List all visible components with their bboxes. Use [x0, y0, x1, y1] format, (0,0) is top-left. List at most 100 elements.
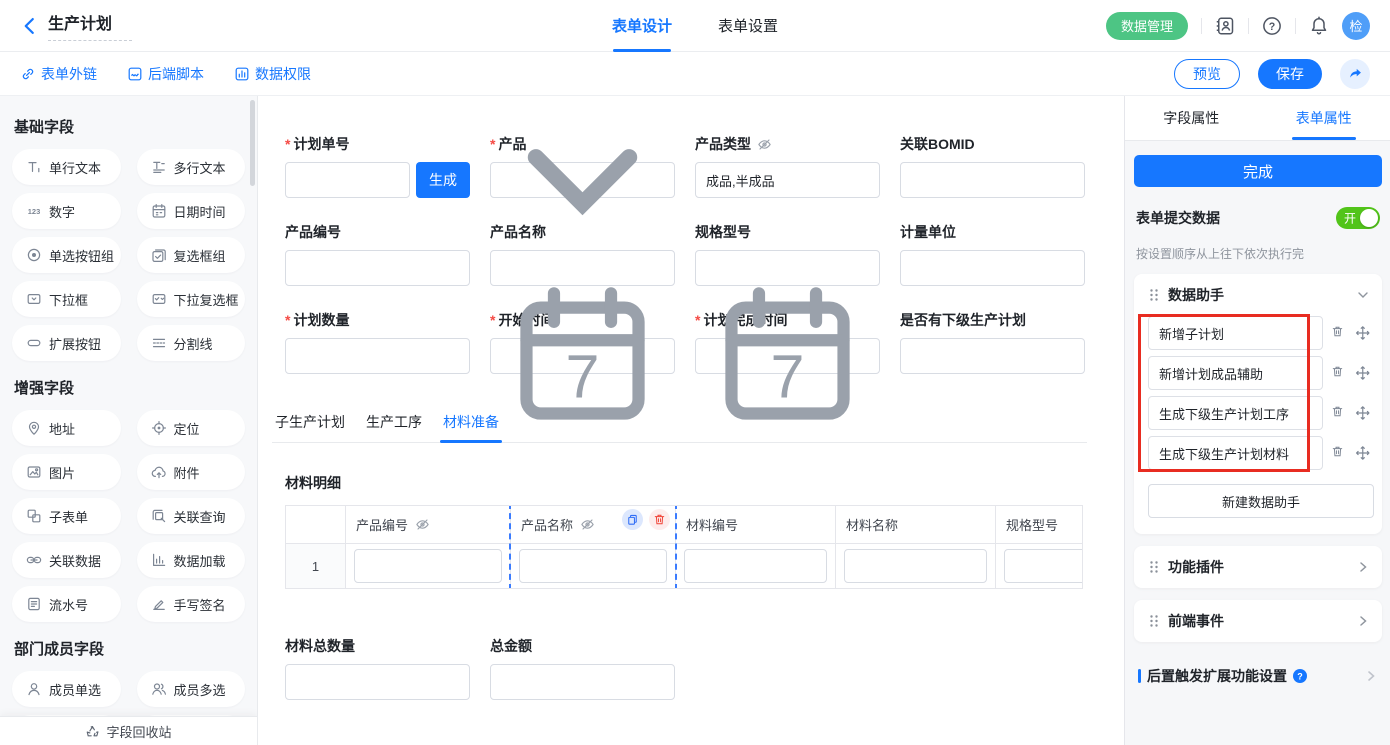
- data-assistant-header[interactable]: 数据助手: [1134, 274, 1382, 316]
- field-input[interactable]: [285, 664, 470, 700]
- field-pill-single-line-text[interactable]: 单行文本: [12, 149, 121, 185]
- field-pill-location[interactable]: 定位: [137, 410, 246, 446]
- finish-button[interactable]: 完成: [1134, 155, 1382, 187]
- form-field: 产品编号: [285, 222, 470, 286]
- trash-icon[interactable]: [1331, 405, 1347, 421]
- drag-handle-icon[interactable]: [1148, 614, 1160, 628]
- backend-script-icon: [127, 66, 143, 82]
- submit-data-toggle[interactable]: 开: [1336, 207, 1380, 229]
- assistant-item[interactable]: 生成下级生产计划工序: [1148, 396, 1323, 430]
- share-icon[interactable]: [1340, 59, 1370, 89]
- field-pill-divider[interactable]: 分割线: [137, 325, 246, 361]
- assistant-item[interactable]: 新增子计划: [1148, 316, 1323, 350]
- move-icon[interactable]: [1355, 445, 1371, 461]
- column-header-label: 产品编号: [356, 515, 408, 534]
- field-input[interactable]: [285, 162, 410, 198]
- field-date-input[interactable]: 7: [695, 338, 880, 374]
- drag-handle-icon[interactable]: [1148, 560, 1160, 574]
- header-tab-form-settings[interactable]: 表单设置: [718, 0, 778, 52]
- field-pill-signature[interactable]: 手写签名: [137, 586, 246, 622]
- assistant-item[interactable]: 新增计划成品辅助: [1148, 356, 1323, 390]
- new-data-assistant-button[interactable]: 新建数据助手: [1148, 484, 1374, 518]
- preview-button[interactable]: 预览: [1174, 59, 1240, 89]
- trash-icon[interactable]: [1331, 445, 1347, 461]
- sidebar-scrollbar[interactable]: [250, 100, 255, 186]
- question-circle-icon[interactable]: ?: [1292, 668, 1308, 684]
- field-pill-checkbox-group[interactable]: 复选框组: [137, 237, 246, 273]
- canvas-subtab-2[interactable]: 材料准备: [440, 412, 502, 442]
- field-input[interactable]: [900, 338, 1085, 374]
- panel-card-header[interactable]: 前端事件: [1134, 600, 1382, 642]
- toolbar-link-0[interactable]: 表单外链: [20, 64, 97, 84]
- form-field: *计划完成时间7: [695, 310, 880, 374]
- help-icon[interactable]: ?: [1262, 16, 1282, 36]
- move-icon[interactable]: [1355, 325, 1371, 341]
- bell-icon[interactable]: [1309, 16, 1329, 36]
- toolbar-link-2[interactable]: 数据权限: [234, 64, 311, 84]
- field-pill-subform[interactable]: 子表单: [12, 498, 121, 534]
- field-pill-radio-group[interactable]: 单选按钮组: [12, 237, 121, 273]
- avatar[interactable]: 检: [1342, 12, 1370, 40]
- field-pill-dropdown[interactable]: 下拉框: [12, 281, 121, 317]
- table-cell-input[interactable]: [684, 549, 827, 583]
- form-title[interactable]: 生产计划: [48, 10, 132, 41]
- panel-tab-form-props[interactable]: 表单属性: [1258, 96, 1390, 140]
- field-pill-multi-line-text[interactable]: 多行文本: [137, 149, 246, 185]
- panel-tab-field-props[interactable]: 字段属性: [1125, 96, 1258, 140]
- panel-card-header[interactable]: 功能插件: [1134, 546, 1382, 588]
- header-tab-form-design[interactable]: 表单设计: [612, 0, 672, 52]
- field-pill-member-multi[interactable]: 成员多选: [137, 671, 246, 707]
- field-select[interactable]: [490, 162, 675, 198]
- field-pill-label: 附件: [174, 463, 200, 482]
- field-input[interactable]: [900, 250, 1085, 286]
- field-pill-linked-data[interactable]: 关联数据: [12, 542, 121, 578]
- field-pill-datetime[interactable]: 日期时间: [137, 193, 246, 229]
- field-pill-label: 分割线: [174, 334, 213, 353]
- sidebar-section-title: 基础字段: [14, 116, 245, 137]
- contacts-icon[interactable]: [1215, 16, 1235, 36]
- canvas-subtab-1[interactable]: 生产工序: [363, 412, 425, 442]
- field-input[interactable]: [900, 162, 1085, 198]
- field-pill-multi-dropdown[interactable]: 下拉复选框: [137, 281, 246, 317]
- attachment-icon: [151, 464, 167, 480]
- generate-button[interactable]: 生成: [416, 162, 470, 198]
- field-input[interactable]: [490, 664, 675, 700]
- delete-icon[interactable]: [649, 509, 670, 530]
- field-pill-number[interactable]: 123数字: [12, 193, 121, 229]
- field-pill-image[interactable]: 图片: [12, 454, 121, 490]
- checkbox-group-icon: [151, 247, 167, 263]
- back-icon[interactable]: [20, 16, 40, 36]
- chevron-down-icon[interactable]: [1356, 288, 1370, 302]
- top-header: 生产计划 表单设计表单设置 数据管理 ? 检: [0, 0, 1390, 52]
- trash-icon[interactable]: [1331, 325, 1347, 341]
- field-recycle-bin[interactable]: 字段回收站: [0, 716, 257, 745]
- trash-icon[interactable]: [1331, 365, 1347, 381]
- move-icon[interactable]: [1355, 405, 1371, 421]
- field-pill-member-single[interactable]: 成员单选: [12, 671, 121, 707]
- save-button[interactable]: 保存: [1258, 59, 1322, 89]
- drag-handle-icon[interactable]: [1148, 288, 1160, 302]
- field-pill-linked-query[interactable]: 关联查询: [137, 498, 246, 534]
- data-manage-button[interactable]: 数据管理: [1106, 12, 1188, 40]
- move-icon[interactable]: [1355, 365, 1371, 381]
- field-date-input[interactable]: 7: [490, 338, 675, 374]
- field-pill-extend-button[interactable]: 扩展按钮: [12, 325, 121, 361]
- table-cell-input[interactable]: [844, 549, 987, 583]
- canvas-subtab-0[interactable]: 子生产计划: [272, 412, 348, 442]
- field-pill-label: 成员多选: [174, 680, 226, 699]
- table-cell-input[interactable]: [519, 549, 667, 583]
- table-cell-input[interactable]: [1004, 549, 1083, 583]
- toolbar-link-1[interactable]: 后端脚本: [127, 64, 204, 84]
- field-input[interactable]: [285, 250, 470, 286]
- field-input[interactable]: [285, 338, 470, 374]
- table-cell-input[interactable]: [354, 549, 502, 583]
- copy-icon[interactable]: [622, 509, 643, 530]
- field-pill-attachment[interactable]: 附件: [137, 454, 246, 490]
- form-field: 关联BOMID: [900, 134, 1085, 198]
- post-trigger-settings[interactable]: 后置触发扩展功能设置 ?: [1138, 666, 1378, 686]
- field-pill-data-load[interactable]: 数据加载: [137, 542, 246, 578]
- field-pill-address[interactable]: 地址: [12, 410, 121, 446]
- field-pill-serial-number[interactable]: 流水号: [12, 586, 121, 622]
- assistant-item[interactable]: 生成下级生产计划材料: [1148, 436, 1323, 470]
- field-input[interactable]: 成品,半成品: [695, 162, 880, 198]
